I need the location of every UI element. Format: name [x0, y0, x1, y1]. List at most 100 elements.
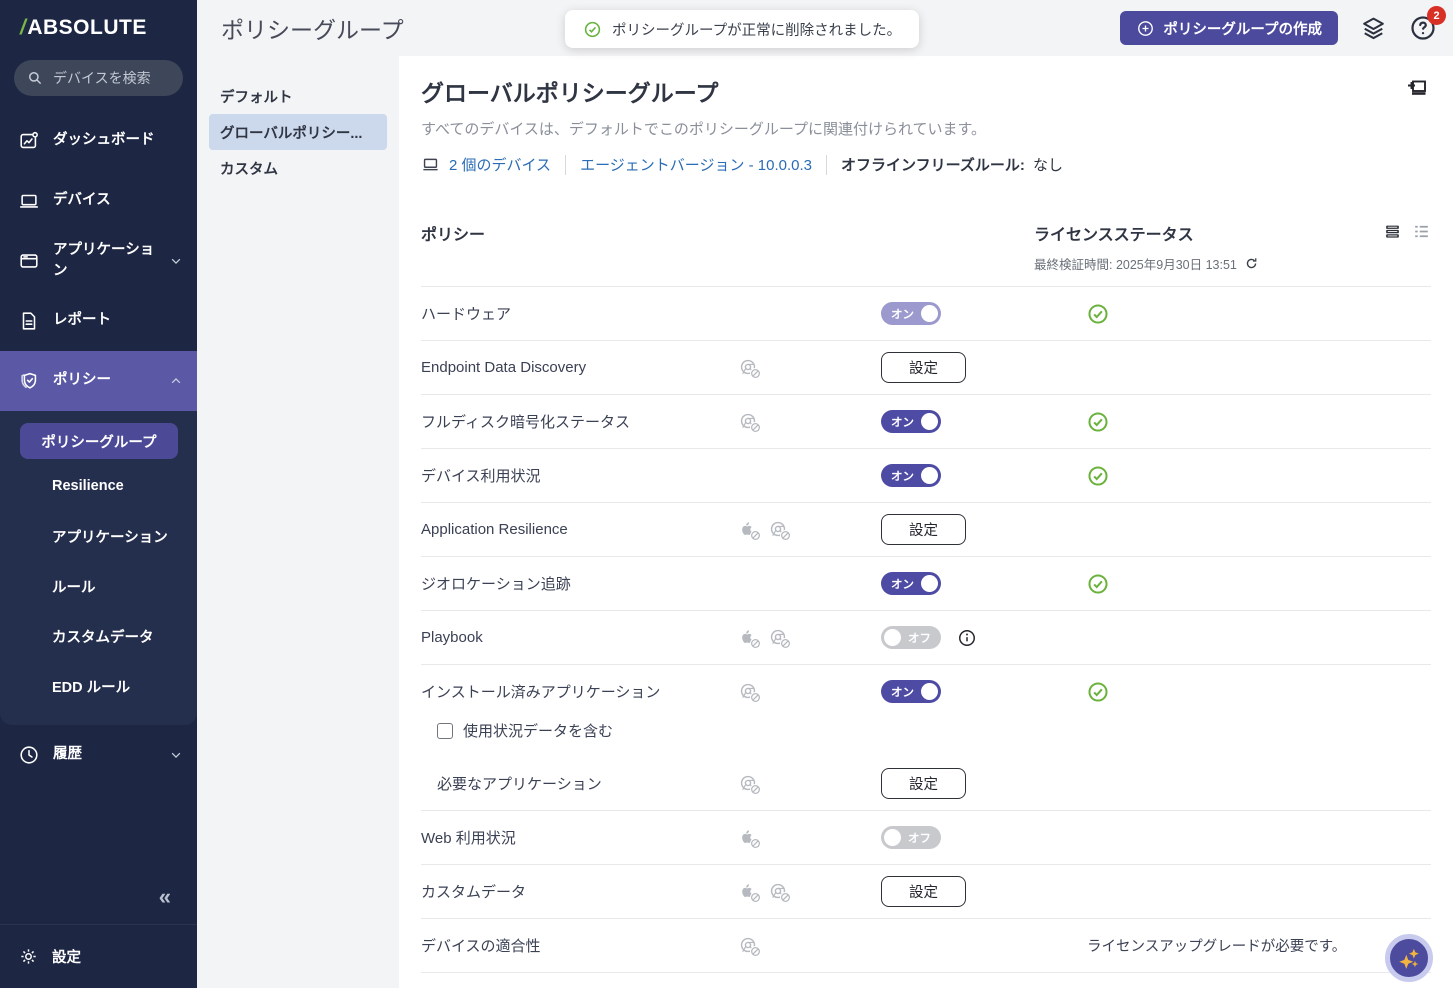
- sidebar-item-label: ポリシー: [53, 372, 111, 389]
- chevron-down-icon: [169, 748, 183, 762]
- platform-icons: [739, 358, 881, 379]
- help-icon[interactable]: 2: [1409, 6, 1446, 42]
- platform-icons: [739, 682, 881, 703]
- sidebar-item-reports[interactable]: レポート: [0, 291, 197, 351]
- unsupported-icon: [750, 692, 761, 703]
- collapse-sidebar-icon[interactable]: «: [0, 884, 197, 924]
- sidebar-subitem-policy-groups[interactable]: ポリシーグループ: [20, 423, 178, 459]
- group-tab-2[interactable]: カスタム: [209, 150, 387, 186]
- platform-icons: [739, 628, 881, 649]
- devices-count-label: 2 個のデバイス: [449, 157, 552, 174]
- policy-toggle[interactable]: オン: [881, 680, 941, 703]
- chrome-unsupported-icon: [739, 936, 761, 957]
- sidebar-item-devices[interactable]: デバイス: [0, 171, 197, 231]
- policies-submenu: ポリシーグループ Resilience アプリケーション ルール カスタムデータ EDD …: [0, 411, 197, 725]
- license-ok-icon: [1087, 465, 1431, 487]
- group-meta-row: 2 個のデバイス エージェントバージョン - 10.0.0.3 オフラインフリー…: [421, 154, 1431, 175]
- sidebar: / ABSOLUTE ダッシュボード デバイス アプリケーション レポート ポリ…: [0, 0, 197, 988]
- devices-count-link[interactable]: 2 個のデバイス: [421, 154, 551, 175]
- policy-toggle[interactable]: オン: [881, 302, 941, 325]
- policy-toggle[interactable]: オン: [881, 410, 941, 433]
- sidebar-subitem-resilience[interactable]: Resilience: [0, 461, 197, 511]
- toggle-on-label: オン: [891, 686, 914, 699]
- layers-icon[interactable]: [1360, 15, 1387, 42]
- refresh-icon[interactable]: [1244, 256, 1259, 271]
- sidebar-subitem-edd-rules[interactable]: EDD ルール: [0, 661, 197, 711]
- toggle-knob: [921, 413, 938, 430]
- configure-button[interactable]: 設定: [881, 514, 966, 545]
- chevron-up-icon: [169, 374, 183, 388]
- laptop-plus-icon[interactable]: [1405, 76, 1429, 100]
- apple-unsupported-icon: [739, 882, 761, 903]
- include-usage-checkbox[interactable]: [437, 722, 453, 739]
- policy-name: フルディスク暗号化ステータス: [421, 414, 630, 431]
- policy-control: オン: [881, 302, 1087, 325]
- sidebar-item-dashboard[interactable]: ダッシュボード: [0, 111, 197, 171]
- platform-icons: [739, 882, 881, 903]
- policy-name: Playbook: [421, 629, 483, 646]
- chrome-unsupported-icon: [739, 774, 761, 795]
- unsupported-icon: [780, 638, 791, 649]
- policy-name: Application Resilience: [421, 521, 568, 538]
- policy-row: デバイス利用状況 オン: [421, 449, 1431, 502]
- last-verified-label: 最終検証時間: 2025年9月30日 13:51: [1034, 258, 1237, 272]
- policy-control: オン: [881, 410, 1087, 433]
- info-icon[interactable]: [957, 628, 977, 648]
- license-message: ライセンスアップグレードが必要です。: [1087, 939, 1347, 955]
- list-view-icon[interactable]: [1412, 222, 1431, 241]
- policy-toggle[interactable]: オフ: [881, 826, 941, 849]
- policy-control: オフ: [881, 626, 1087, 649]
- main-content: グローバルポリシーグループ すべてのデバイスは、デフォルトでこのポリシーグループ…: [399, 56, 1453, 988]
- apple-unsupported-icon: [739, 628, 761, 649]
- unsupported-icon: [750, 892, 761, 903]
- policy-row: Web 利用状況 オフ: [421, 811, 1431, 864]
- platform-icons: [739, 774, 881, 795]
- device-search[interactable]: [14, 60, 183, 96]
- sidebar-item-policies[interactable]: ポリシー: [0, 351, 197, 411]
- create-policy-group-label: ポリシーグループの作成: [1163, 21, 1322, 38]
- policy-toggle[interactable]: オフ: [881, 626, 941, 649]
- sidebar-item-history[interactable]: 履歴: [0, 725, 197, 785]
- policy-row-block: インストール済みアプリケーション オン 使用状況データを含む 必要なアプリケーシ…: [421, 665, 1431, 811]
- card-view-icon[interactable]: [1383, 222, 1402, 241]
- group-tab-0[interactable]: デフォルト: [209, 78, 387, 114]
- configure-button[interactable]: 設定: [881, 352, 966, 383]
- agent-version-link[interactable]: エージェントバージョン - 10.0.0.3: [580, 154, 812, 175]
- policy-row: ジオロケーション追跡 オン: [421, 557, 1431, 610]
- policy-toggle[interactable]: オン: [881, 572, 941, 595]
- plus-circle-icon: [1136, 19, 1155, 38]
- ai-assistant-button[interactable]: [1385, 934, 1433, 982]
- search-input[interactable]: [53, 70, 173, 86]
- license-status: [1087, 411, 1431, 433]
- policy-row-block: Endpoint Data Discovery 設定: [421, 341, 1431, 395]
- license-ok-icon: [1087, 681, 1431, 703]
- policy-toggle[interactable]: オン: [881, 464, 941, 487]
- logo-slash: /: [20, 16, 27, 39]
- sidebar-subitem-custom-data[interactable]: カスタムデータ: [0, 611, 197, 661]
- policy-name: 必要なアプリケーション: [437, 776, 602, 793]
- create-policy-group-button[interactable]: ポリシーグループの作成: [1120, 11, 1338, 45]
- policy-row: Application Resilience 設定: [421, 503, 1431, 556]
- configure-button[interactable]: 設定: [881, 876, 966, 907]
- unsupported-icon: [750, 638, 761, 649]
- sidebar-subitem-rules[interactable]: ルール: [0, 561, 197, 611]
- apple-unsupported-icon: [739, 520, 761, 541]
- license-status: [1087, 303, 1431, 325]
- license-status: ライセンスアップグレードが必要です。: [1087, 935, 1431, 956]
- policy-name: デバイス利用状況: [421, 468, 541, 485]
- license-status: [1087, 465, 1431, 487]
- configure-button[interactable]: 設定: [881, 768, 966, 799]
- toggle-off-label: オフ: [908, 832, 931, 845]
- license-ok-icon: [1087, 411, 1431, 433]
- policy-row-block: ジオロケーション追跡 オン: [421, 557, 1431, 611]
- sidebar-item-label: デバイス: [53, 192, 111, 209]
- chrome-unsupported-icon: [739, 682, 761, 703]
- include-usage-row: 使用状況データを含む: [421, 718, 1431, 757]
- sidebar-item-settings[interactable]: 設定: [0, 924, 197, 988]
- sidebar-item-applications[interactable]: アプリケーション: [0, 231, 197, 291]
- toggle-on-label: オン: [891, 470, 914, 483]
- sidebar-subitem-applications[interactable]: アプリケーション: [0, 511, 197, 561]
- sidebar-item-label: 履歴: [53, 746, 82, 763]
- policy-row: Playbook オフ: [421, 611, 1431, 664]
- group-tab-1[interactable]: グローバルポリシー...: [209, 114, 387, 150]
